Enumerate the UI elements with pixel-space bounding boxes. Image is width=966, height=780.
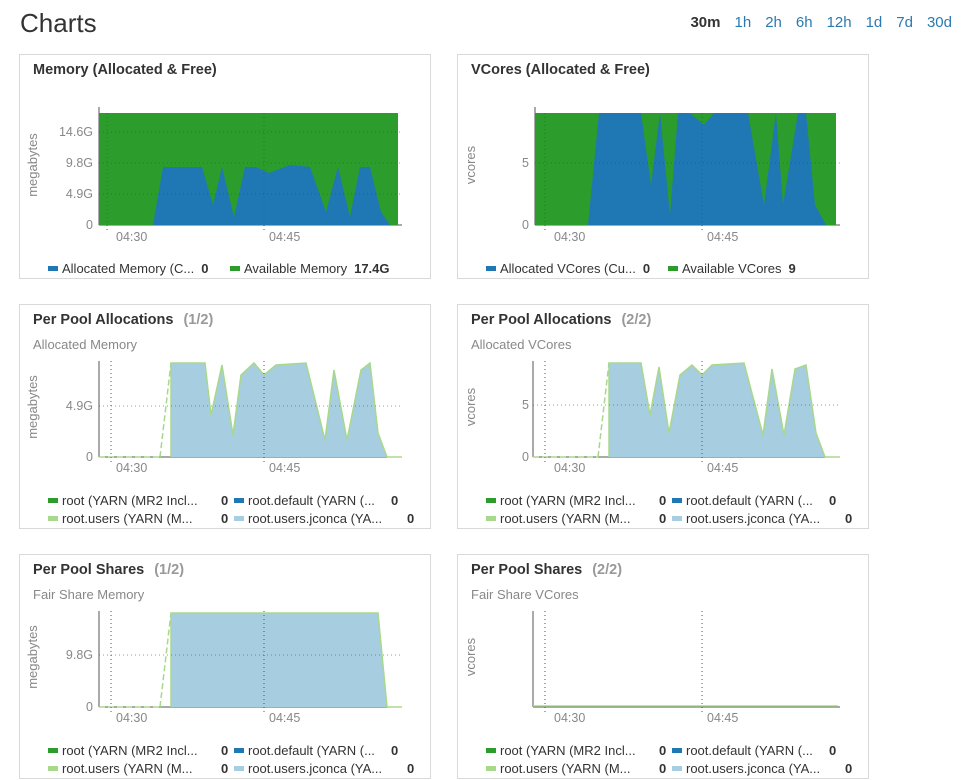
range-6h[interactable]: 6h (796, 14, 813, 31)
root-users-jconca-area (171, 613, 387, 707)
chart-card-vcores: VCores (Allocated & Free) vcores 5 0 04:… (457, 54, 869, 279)
y-tick: 5 (522, 156, 529, 170)
legend-item[interactable]: root (YARN (MR2 Incl... 0 (48, 493, 234, 508)
y-axis-label: megabytes (25, 133, 40, 197)
y-tick: 14.6G (59, 125, 93, 139)
legend-swatch (486, 515, 496, 521)
range-30m[interactable]: 30m (690, 14, 720, 31)
legend-swatch (234, 497, 244, 503)
y-tick: 0 (522, 450, 529, 464)
chart-legend: Allocated VCores (Cu... 0 Available VCor… (486, 259, 796, 277)
x-tick: 04:30 (554, 711, 585, 725)
legend-item[interactable]: root (YARN (MR2 Incl... 0 (48, 743, 234, 758)
chart-card-pool-shares-vcores: Per Pool Shares (2/2) Fair Share VCores v… (457, 554, 869, 779)
x-tick: 04:45 (269, 461, 300, 475)
chart-card-pool-shares-memory: Per Pool Shares (1/2) Fair Share Memory m… (19, 554, 431, 779)
legend-swatch (48, 765, 58, 771)
y-tick: 4.9G (66, 399, 93, 413)
legend-item[interactable]: root (YARN (MR2 Incl... 0 (486, 743, 672, 758)
y-axis-label: vcores (463, 637, 478, 676)
legend-swatch (486, 747, 496, 753)
chart-legend: root (YARN (MR2 Incl... 0 root.default (… (486, 741, 858, 777)
legend-swatch (234, 515, 244, 521)
legend-swatch (672, 765, 682, 771)
legend-swatch (48, 265, 58, 271)
chart-legend: root (YARN (MR2 Incl... 0 root.default (… (48, 491, 420, 527)
legend-swatch (672, 497, 682, 503)
root-users-jconca-area (609, 363, 825, 457)
x-tick: 04:30 (554, 461, 585, 475)
legend-swatch (486, 265, 496, 271)
y-axis-label: vcores (463, 387, 478, 426)
legend-swatch (48, 747, 58, 753)
y-tick: 0 (522, 218, 529, 232)
legend-swatch (672, 747, 682, 753)
chart-legend: Allocated Memory (C... 0 Available Memor… (48, 259, 390, 277)
memory-chart: megabytes 14.6G 9.8G 4.9G 0 04:30 04:45 (25, 107, 402, 244)
legend-item[interactable]: Allocated Memory (C... 0 (48, 261, 230, 276)
legend-item[interactable]: root.users.jconca (YA... 0 (672, 511, 858, 526)
legend-item[interactable]: root.default (YARN (... 0 (234, 493, 420, 508)
x-tick: 04:30 (554, 230, 585, 244)
legend-swatch (668, 265, 678, 271)
range-1h[interactable]: 1h (735, 14, 752, 31)
range-7d[interactable]: 7d (896, 14, 913, 31)
legend-swatch (486, 497, 496, 503)
vcores-chart: vcores 5 0 04:30 04:45 (463, 107, 840, 244)
x-tick: 04:45 (707, 230, 738, 244)
y-tick: 4.9G (66, 187, 93, 201)
legend-swatch (48, 497, 58, 503)
chart-card-pool-alloc-memory: Per Pool Allocations (1/2) Allocated Memo… (19, 304, 431, 529)
y-tick: 9.8G (66, 156, 93, 170)
legend-item[interactable]: root.users.jconca (YA... 0 (234, 511, 420, 526)
chart-card-pool-alloc-vcores: Per Pool Allocations (2/2) Allocated VCor… (457, 304, 869, 529)
x-tick: 04:45 (707, 711, 738, 725)
x-tick: 04:30 (116, 711, 147, 725)
y-axis-label: megabytes (25, 625, 40, 689)
chart-legend: root (YARN (MR2 Incl... 0 root.default (… (486, 491, 858, 527)
root-users-ramp (159, 362, 172, 458)
legend-item[interactable]: root.default (YARN (... 0 (234, 743, 420, 758)
chart-card-memory: Memory (Allocated & Free) megabytes 14.6… (19, 54, 431, 279)
y-tick: 5 (522, 398, 529, 412)
legend-item[interactable]: Available Memory 17.4G (230, 261, 390, 276)
legend-item[interactable]: root.users (YARN (M... 0 (48, 761, 234, 776)
x-tick: 04:45 (269, 230, 300, 244)
x-tick: 04:30 (116, 461, 147, 475)
range-1d[interactable]: 1d (866, 14, 883, 31)
legend-swatch (234, 765, 244, 771)
legend-item[interactable]: root.users (YARN (M... 0 (48, 511, 234, 526)
legend-swatch (672, 515, 682, 521)
x-tick: 04:45 (707, 461, 738, 475)
time-range-selector: 30m 1h 2h 6h 12h 1d 7d 30d (690, 14, 952, 31)
legend-item[interactable]: Available VCores 9 (668, 261, 796, 276)
y-tick: 9.8G (66, 648, 93, 662)
legend-swatch (48, 515, 58, 521)
y-tick: 0 (86, 218, 93, 232)
page-title: Charts (20, 8, 97, 38)
y-tick: 0 (86, 700, 93, 714)
range-12h[interactable]: 12h (827, 14, 852, 31)
legend-item[interactable]: Allocated VCores (Cu... 0 (486, 261, 668, 276)
legend-item[interactable]: root.users (YARN (M... 0 (486, 761, 672, 776)
x-tick: 04:45 (269, 711, 300, 725)
legend-swatch (234, 747, 244, 753)
range-2h[interactable]: 2h (765, 14, 782, 31)
root-users-jconca-area (171, 363, 387, 457)
y-tick: 0 (86, 450, 93, 464)
y-axis-label: megabytes (25, 375, 40, 439)
legend-swatch (486, 765, 496, 771)
legend-swatch (230, 265, 240, 271)
legend-item[interactable]: root.users.jconca (YA... 0 (672, 761, 858, 776)
legend-item[interactable]: root.users.jconca (YA... 0 (234, 761, 420, 776)
legend-item[interactable]: root.default (YARN (... 0 (672, 493, 858, 508)
legend-item[interactable]: root.default (YARN (... 0 (672, 743, 858, 758)
y-axis-label: vcores (463, 145, 478, 184)
legend-item[interactable]: root.users (YARN (M... 0 (486, 511, 672, 526)
legend-item[interactable]: root (YARN (MR2 Incl... 0 (486, 493, 672, 508)
x-tick: 04:30 (116, 230, 147, 244)
range-30d[interactable]: 30d (927, 14, 952, 31)
chart-legend: root (YARN (MR2 Incl... 0 root.default (… (48, 741, 420, 777)
